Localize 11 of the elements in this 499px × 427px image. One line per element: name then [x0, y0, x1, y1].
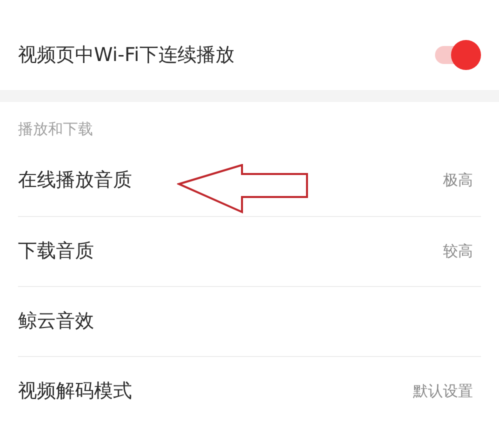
setting-label: 鲸云音效 [18, 308, 94, 334]
setting-label: 视频解码模式 [18, 379, 132, 404]
setting-label: 下载音质 [18, 238, 94, 264]
setting-label: 在线播放音质 [18, 168, 132, 193]
arrow-icon [177, 164, 310, 214]
toggle-switch[interactable] [435, 40, 481, 70]
setting-value: 极高 [443, 170, 473, 191]
section-header: 播放和下载 [17, 119, 94, 140]
setting-value: 默认设置 [413, 381, 473, 402]
setting-label: 视频页中Wi-Fi下连续播放 [18, 42, 234, 68]
setting-value: 较高 [443, 240, 473, 262]
